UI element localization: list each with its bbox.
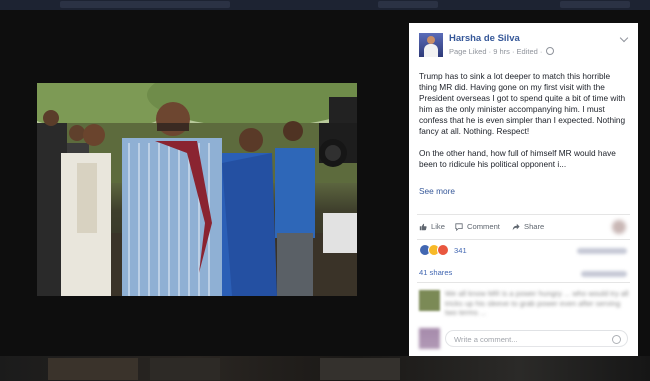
comment-input[interactable]: Write a comment... bbox=[445, 330, 628, 347]
feed-thumb bbox=[48, 358, 138, 380]
feed-thumb bbox=[320, 358, 400, 380]
comment-button[interactable]: Comment bbox=[455, 222, 500, 231]
post-photo[interactable] bbox=[37, 83, 357, 296]
divider bbox=[417, 214, 630, 215]
see-more-link[interactable]: See more bbox=[419, 186, 455, 196]
background-feed-strip bbox=[0, 356, 650, 381]
share-icon bbox=[512, 223, 520, 230]
shares-count[interactable]: 41 shares bbox=[419, 268, 452, 277]
divider bbox=[417, 239, 630, 240]
post-meta-text: Page Liked · 9 hrs · Edited · bbox=[449, 47, 543, 56]
like-button[interactable]: Like bbox=[419, 222, 445, 231]
blurred-comments-count bbox=[581, 271, 627, 277]
share-label: Share bbox=[524, 222, 545, 231]
comment-body: We all know MR is a power hungry ... who… bbox=[445, 289, 631, 318]
commenter-avatar[interactable] bbox=[419, 290, 440, 311]
post-actions: Like Comment Share bbox=[419, 222, 628, 236]
feed-thumb bbox=[150, 358, 220, 380]
blurred-search bbox=[60, 1, 230, 8]
globe-icon[interactable] bbox=[546, 47, 555, 55]
comment-icon bbox=[455, 222, 463, 231]
post-panel: Harsha de Silva Page Liked · 9 hrs · Edi… bbox=[409, 23, 638, 356]
blurred-top-comments bbox=[577, 248, 627, 254]
camera-icon[interactable] bbox=[612, 335, 621, 344]
author-avatar[interactable] bbox=[419, 33, 443, 57]
blurred-nav bbox=[378, 1, 438, 8]
like-icon bbox=[419, 223, 427, 230]
comment-label: Comment bbox=[467, 222, 500, 231]
post-paragraph-1: Trump has to sink a lot deeper to match … bbox=[419, 71, 626, 136]
comment-text: We all know MR is a power hungry ... who… bbox=[445, 289, 629, 317]
divider bbox=[417, 282, 630, 283]
comment-input-placeholder: Write a comment... bbox=[454, 335, 518, 344]
avatar-torso bbox=[424, 44, 438, 57]
post-paragraph-2: On the other hand, how full of himself M… bbox=[419, 148, 616, 169]
share-button[interactable]: Share bbox=[512, 222, 544, 231]
post-meta: Page Liked · 9 hrs · Edited · bbox=[449, 47, 555, 56]
blurred-nav-right bbox=[560, 1, 630, 8]
author-name[interactable]: Harsha de Silva bbox=[449, 33, 520, 44]
avatar-head bbox=[427, 36, 435, 44]
facebook-top-bar bbox=[0, 0, 650, 10]
viewer-avatar bbox=[419, 328, 440, 349]
like-label: Like bbox=[431, 222, 445, 231]
post-body: Trump has to sink a lot deeper to match … bbox=[419, 71, 628, 181]
reactions-summary[interactable]: 341 bbox=[419, 244, 467, 256]
love-reaction-icon bbox=[437, 244, 449, 256]
chevron-down-icon[interactable] bbox=[619, 33, 629, 43]
page-selector-avatar[interactable] bbox=[612, 220, 626, 234]
reactions-count: 341 bbox=[454, 245, 467, 255]
